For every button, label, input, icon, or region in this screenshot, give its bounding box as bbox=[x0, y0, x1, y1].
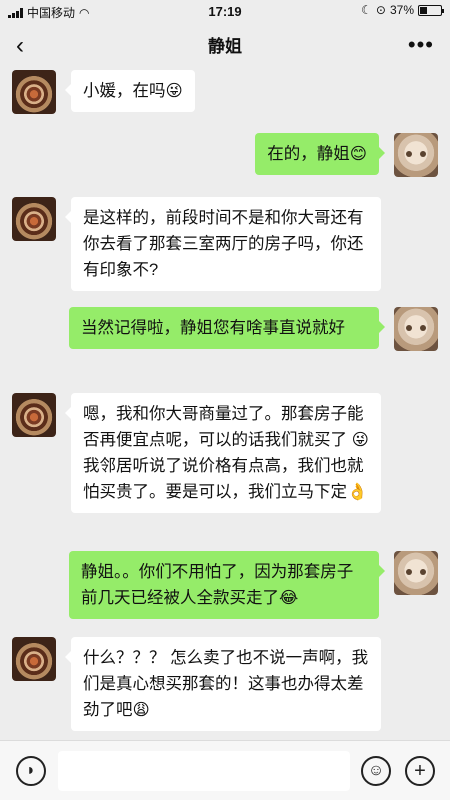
message-bubble-received[interactable]: 什么？？？ 怎么卖了也不说一声啊，我们是真心想买那套的！这事也办得太差劲了吧😩 bbox=[65, 637, 381, 731]
avatar[interactable] bbox=[394, 133, 438, 177]
voice-icon[interactable]: ◗ bbox=[16, 756, 46, 786]
avatar[interactable] bbox=[394, 551, 438, 595]
message-bubble-sent[interactable]: 静姐。。你们不用怕了，因为那套房子前几天已经被人全款买走了😂 bbox=[69, 551, 385, 619]
avatar[interactable] bbox=[12, 393, 56, 437]
avatar[interactable] bbox=[12, 197, 56, 241]
message-bubble-received[interactable]: 小媛，在吗😜 bbox=[65, 70, 195, 112]
chevron-left-icon[interactable]: ‹ bbox=[16, 32, 24, 60]
message-bubble-received[interactable]: 是这样的，前段时间不是和你大哥还有你去看了那套三室两厅的房子吗，你还有印象不? bbox=[65, 197, 381, 291]
status-right: ☾ ⊙ 37% bbox=[361, 3, 444, 17]
avatar-eye bbox=[420, 151, 426, 157]
input-bar: ◗ ☺ + bbox=[0, 740, 450, 800]
message-input[interactable] bbox=[58, 751, 350, 791]
chat-title: 静姐 bbox=[208, 36, 242, 56]
message-bubble-received[interactable]: 嗯，我和你大哥商量过了。那套房子能否再便宜点呢，可以的话我们就买了 😜我邻居听说… bbox=[65, 393, 381, 513]
moon-icon: ☾ bbox=[361, 3, 372, 17]
battery-icon bbox=[418, 4, 444, 16]
avatar-eye bbox=[420, 325, 426, 331]
avatar-eye bbox=[406, 325, 412, 331]
chat-area[interactable]: 小媛，在吗😜 在的，静姐😊 是这样的，前段时间不是和你大哥还有你去看了那套三室两… bbox=[0, 66, 450, 740]
nav-bar: ‹ 静姐 ••• bbox=[0, 22, 450, 66]
battery-fill bbox=[420, 6, 428, 14]
battery-percent: 37% bbox=[389, 3, 414, 17]
avatar[interactable] bbox=[394, 307, 438, 351]
lock-rotation-icon: ⊙ bbox=[375, 3, 386, 17]
more-horizontal-icon[interactable]: ••• bbox=[408, 32, 434, 58]
plus-icon[interactable]: + bbox=[405, 756, 435, 786]
avatar-eye bbox=[406, 569, 412, 575]
message-bubble-sent[interactable]: 当然记得啦，静姐您有啥事直说就好 bbox=[69, 307, 385, 349]
emoji-icon[interactable]: ☺ bbox=[361, 756, 391, 786]
message-bubble-sent[interactable]: 在的，静姐😊 bbox=[255, 133, 385, 175]
avatar[interactable] bbox=[12, 637, 56, 681]
avatar[interactable] bbox=[12, 70, 56, 114]
avatar-eye bbox=[406, 151, 412, 157]
status-bar: 中国移动 ◠ 17:19 ☾ ⊙ 37% bbox=[0, 0, 450, 22]
avatar-eye bbox=[420, 569, 426, 575]
